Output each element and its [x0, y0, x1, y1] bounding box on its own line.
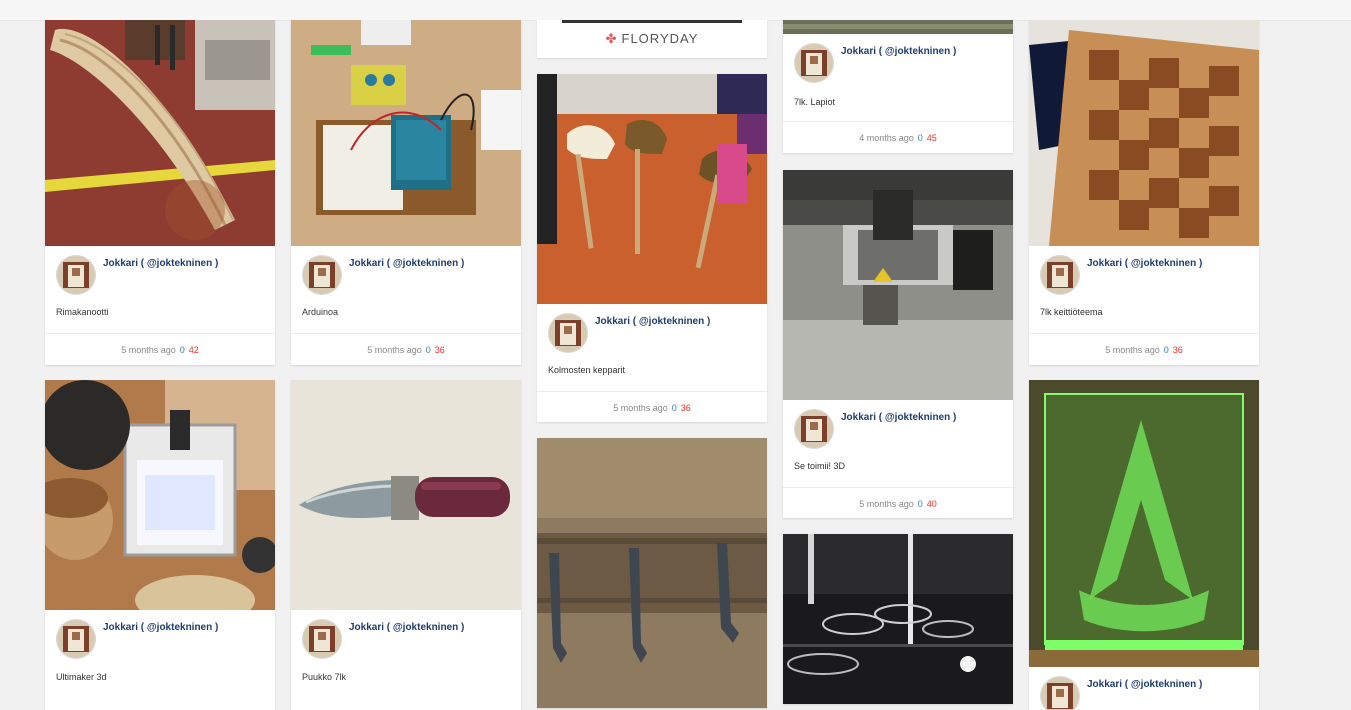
post-time: 5 months ago	[1105, 345, 1160, 355]
author-name-link[interactable]: Jokkari ( @joktekninen )	[103, 622, 218, 633]
view-count: 40	[926, 499, 937, 509]
author-name-link[interactable]: Jokkari ( @joktekninen )	[1087, 679, 1202, 690]
post-footer: 5 months ago 0 36	[1029, 333, 1259, 365]
post-card-assassins[interactable]: Jokkari ( @joktekninen )	[1029, 380, 1259, 710]
author-name-link[interactable]: Jokkari ( @joktekninen )	[841, 412, 956, 423]
author-name-link[interactable]: Jokkari ( @joktekninen )	[349, 622, 464, 633]
post-image[interactable]	[45, 380, 275, 610]
avatar[interactable]	[1040, 676, 1080, 710]
post-caption: 7lk. Lapiot	[794, 97, 836, 107]
flower-icon: ✤	[605, 31, 618, 46]
post-footer: 5 months ago 0 36	[537, 391, 767, 422]
avatar[interactable]	[794, 409, 834, 449]
post-footer: 5 months ago 0 36	[291, 333, 521, 365]
avatar[interactable]	[1040, 255, 1080, 295]
author-row: Jokkari ( @joktekninen )	[45, 246, 275, 295]
like-count[interactable]: 0	[426, 345, 431, 355]
post-card-puukko[interactable]: Jokkari ( @joktekninen ) Puukko 7lk	[291, 380, 521, 710]
ad-brand: FLORYDAY	[621, 31, 699, 46]
view-count: 36	[434, 345, 445, 355]
author-row: Jokkari ( @joktekninen )	[783, 34, 1013, 83]
post-image[interactable]	[291, 20, 521, 246]
post-image[interactable]	[1029, 380, 1259, 667]
post-image[interactable]	[291, 380, 521, 610]
view-count: 36	[1172, 345, 1183, 355]
avatar[interactable]	[302, 619, 342, 659]
avatar[interactable]	[548, 313, 588, 353]
like-count[interactable]: 0	[918, 133, 923, 143]
author-row: Jokkari ( @joktekninen )	[45, 610, 275, 659]
post-caption: Rimakanootti	[56, 307, 109, 317]
post-footer: 5 months ago 0 42	[45, 333, 275, 365]
author-row: Jokkari ( @joktekninen )	[291, 610, 521, 659]
author-name-link[interactable]: Jokkari ( @joktekninen )	[103, 258, 218, 269]
post-card-keittio[interactable]: Jokkari ( @joktekninen ) 7lk keittiöteem…	[1029, 20, 1259, 365]
avatar[interactable]	[56, 619, 96, 659]
post-card-ultimaker[interactable]: Jokkari ( @joktekninen ) Ultimaker 3d	[45, 380, 275, 710]
avatar[interactable]	[302, 255, 342, 295]
post-image[interactable]	[783, 20, 1013, 34]
ad-logo[interactable]: ✤ FLORYDAY	[537, 20, 767, 58]
post-image[interactable]	[1029, 20, 1259, 246]
post-card-arduinoa[interactable]: Jokkari ( @joktekninen ) Arduinoa 5 mont…	[291, 20, 521, 365]
post-caption: Kolmosten kepparit	[548, 365, 626, 375]
author-row: Jokkari ( @joktekninen )	[291, 246, 521, 295]
author-row: Jokkari ( @joktekninen )	[537, 304, 767, 353]
ad-card[interactable]: ✤ FLORYDAY	[537, 20, 767, 58]
author-row: Jokkari ( @joktekninen )	[783, 400, 1013, 449]
post-caption: Puukko 7lk	[302, 672, 347, 682]
author-row: Jokkari ( @joktekninen )	[1029, 246, 1259, 295]
author-name-link[interactable]: Jokkari ( @joktekninen )	[1087, 258, 1202, 269]
author-row: Jokkari ( @joktekninen )	[1029, 667, 1259, 710]
like-count[interactable]: 0	[672, 403, 677, 413]
post-time: 5 months ago	[367, 345, 422, 355]
avatar[interactable]	[56, 255, 96, 295]
post-card-hooks[interactable]	[537, 438, 767, 708]
author-name-link[interactable]: Jokkari ( @joktekninen )	[349, 258, 464, 269]
like-count[interactable]: 0	[180, 345, 185, 355]
post-caption: Se toimii! 3D	[794, 461, 846, 471]
post-image[interactable]	[537, 74, 767, 304]
post-footer: 5 months ago 0 40	[783, 487, 1013, 518]
post-card-lapiot[interactable]: Jokkari ( @joktekninen ) 7lk. Lapiot 4 m…	[783, 20, 1013, 153]
post-image[interactable]	[783, 170, 1013, 400]
post-caption: 7lk keittiöteema	[1040, 307, 1103, 317]
post-image[interactable]	[783, 534, 1013, 704]
avatar[interactable]	[794, 43, 834, 83]
like-count[interactable]: 0	[1164, 345, 1169, 355]
view-count: 45	[926, 133, 937, 143]
post-caption: Ultimaker 3d	[56, 672, 107, 682]
author-name-link[interactable]: Jokkari ( @joktekninen )	[595, 316, 710, 327]
post-image[interactable]	[45, 20, 275, 246]
view-count: 42	[188, 345, 199, 355]
post-footer: 4 months ago 0 45	[783, 121, 1013, 153]
post-card-rimakanootti[interactable]: Jokkari ( @joktekninen ) Rimakanootti 5 …	[45, 20, 275, 365]
post-card-laser[interactable]	[783, 534, 1013, 704]
post-card-kolmosten[interactable]: Jokkari ( @joktekninen ) Kolmosten keppa…	[537, 74, 767, 422]
post-time: 5 months ago	[121, 345, 176, 355]
top-bar	[0, 0, 1351, 21]
post-time: 4 months ago	[859, 133, 914, 143]
post-caption: Arduinoa	[302, 307, 339, 317]
view-count: 36	[680, 403, 691, 413]
post-time: 5 months ago	[613, 403, 668, 413]
post-image[interactable]	[537, 438, 767, 708]
post-time: 5 months ago	[859, 499, 914, 509]
author-name-link[interactable]: Jokkari ( @joktekninen )	[841, 46, 956, 57]
like-count[interactable]: 0	[918, 499, 923, 509]
post-card-toimii[interactable]: Jokkari ( @joktekninen ) Se toimii! 3D 5…	[783, 170, 1013, 518]
